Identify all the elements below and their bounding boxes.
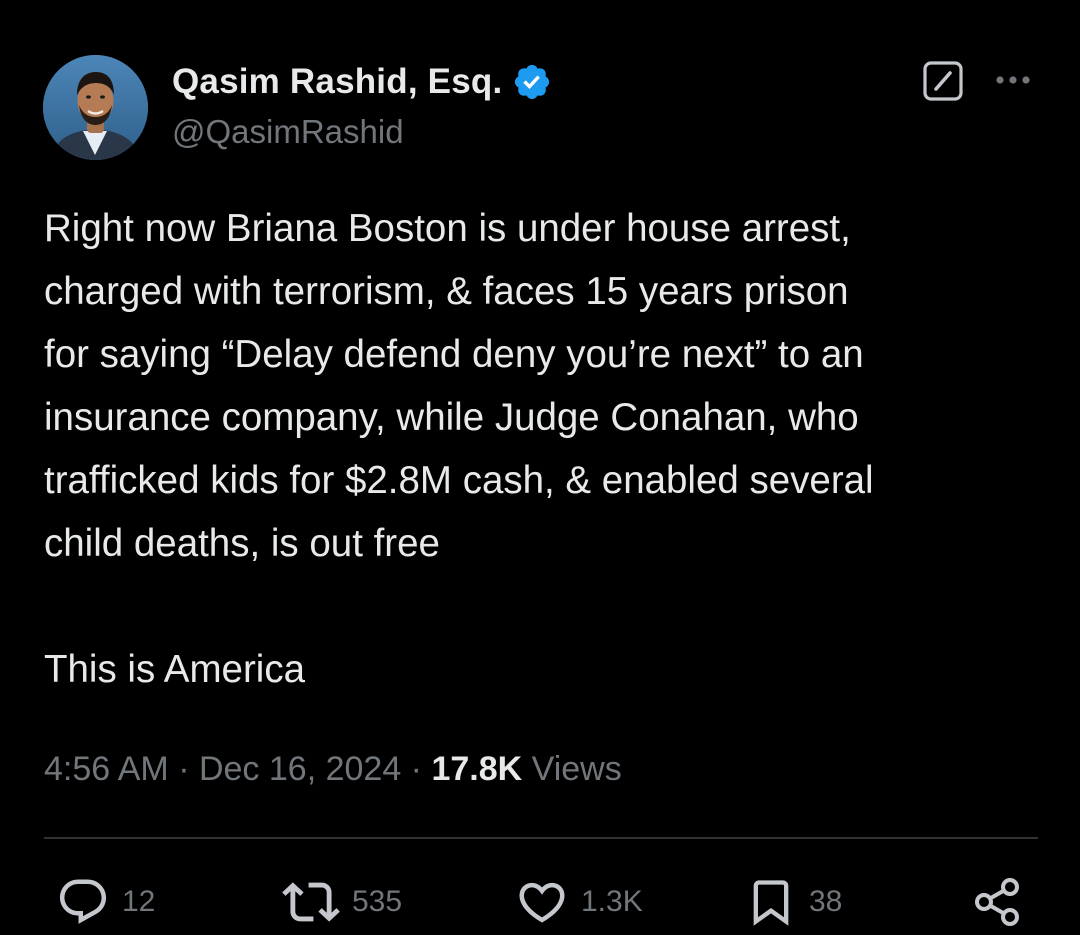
tweet-line: child deaths, is out free: [44, 522, 440, 565]
repost-count: 535: [352, 885, 403, 918]
tweet-line: trafficked kids for $2.8M cash, & enable…: [44, 459, 874, 502]
bookmark-button[interactable]: 38: [745, 872, 842, 932]
author-name-row: Qasim Rashid, Esq.: [172, 62, 552, 102]
meta-separator: ·: [168, 750, 199, 788]
views-count: 17.8K: [431, 750, 523, 788]
reply-button[interactable]: 12: [56, 872, 155, 932]
tweet-line: insurance company, while Judge Conahan, …: [44, 396, 859, 439]
tweet-line: charged with terrorism, & faces 15 years…: [44, 270, 849, 313]
grok-icon[interactable]: [922, 60, 964, 102]
reply-icon: [59, 879, 107, 924]
avatar-image: [43, 55, 148, 160]
tweet-time[interactable]: 4:56 AM: [44, 750, 169, 788]
tweet-text: Right now Briana Boston is under house a…: [44, 197, 1044, 701]
meta-separator: ·: [401, 750, 432, 788]
avatar[interactable]: [43, 55, 148, 160]
tweet-date[interactable]: Dec 16, 2024: [199, 750, 401, 788]
like-count: 1.3K: [581, 885, 643, 918]
views-label: Views: [531, 750, 622, 788]
share-icon: [975, 878, 1019, 926]
tweet-card: Qasim Rashid, Esq. @QasimRashid Right no…: [0, 0, 1080, 935]
bookmark-count: 38: [809, 885, 843, 918]
tweet-line: Right now Briana Boston is under house a…: [44, 207, 851, 250]
bookmark-icon: [753, 880, 789, 926]
reply-count: 12: [122, 885, 156, 918]
more-options-icon[interactable]: [992, 65, 1034, 95]
repost-button[interactable]: 535: [282, 872, 402, 932]
author-display-name[interactable]: Qasim Rashid, Esq.: [172, 62, 502, 102]
share-button[interactable]: [970, 872, 1026, 932]
action-bar: 12 535 1.3K 38: [0, 872, 1080, 932]
like-icon: [519, 882, 565, 923]
like-button[interactable]: 1.3K: [515, 872, 643, 932]
tweet-closing-line: This is America: [44, 648, 306, 691]
author-handle[interactable]: @QasimRashid: [172, 113, 404, 151]
tweet-line: for saying “Delay defend deny you’re nex…: [44, 333, 864, 376]
verified-badge-icon: [515, 64, 550, 100]
divider: [44, 837, 1038, 839]
repost-icon: [282, 882, 340, 922]
tweet-meta: 4:56 AM · Dec 16, 2024 · 17.8K Views: [44, 750, 622, 789]
